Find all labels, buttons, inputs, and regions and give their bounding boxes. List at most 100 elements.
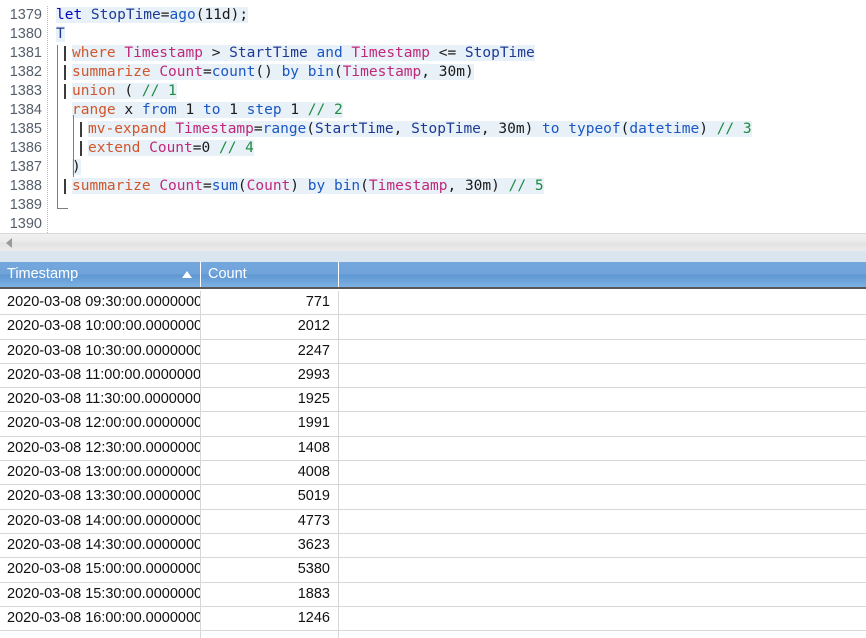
code-lines[interactable]: 1378let StartTime=ago(12d);1379let StopT… [0, 0, 866, 233]
table-row[interactable]: 2020-03-08 09:30:00.0000000 771 [0, 291, 866, 316]
code-token: 1 [229, 102, 247, 118]
cell-count[interactable]: 4773 [201, 509, 339, 533]
cell-timestamp[interactable]: 2020-03-08 13:00:00.0000000 [0, 461, 201, 485]
code-token: StartTime [91, 0, 170, 4]
line-number: 1382 [9, 64, 42, 80]
code-line[interactable]: 1390 [0, 215, 866, 233]
cell-timestamp[interactable]: 2020-03-08 15:00:00.0000000 [0, 558, 201, 582]
cell-filler [339, 607, 866, 630]
code-token: // 5 [508, 178, 544, 194]
code-line[interactable]: 1385 mv-expand Timestamp=range(StartTime,… [0, 120, 866, 139]
cell-filler [339, 534, 866, 557]
line-number: 1388 [9, 178, 42, 194]
cell-count[interactable]: 2993 [201, 363, 339, 388]
code-token: , [421, 64, 439, 80]
column-header-timestamp[interactable]: Timestamp [0, 262, 201, 287]
code-line[interactable]: 1386 extend Count=0 // 4 [0, 139, 866, 158]
code-token: Count [149, 140, 193, 156]
code-line-text: range x from 1 to 1 step 1 // 2 [72, 101, 343, 120]
scroll-left-button[interactable] [0, 234, 17, 251]
code-line[interactable]: 1382 summarize Count=count() by bin(Times… [0, 63, 866, 82]
code-token: ( [124, 83, 142, 99]
code-line[interactable]: 1389 [0, 196, 866, 215]
table-row[interactable]: 2020-03-08 11:00:00.0000000 2993 [0, 363, 866, 389]
code-token: // 2 [307, 102, 343, 118]
cell-count[interactable]: 3623 [201, 533, 339, 558]
cell-timestamp[interactable]: 2020-03-08 13:30:00.0000000 [0, 485, 201, 509]
code-line[interactable]: 1387) [0, 158, 866, 177]
cell-count[interactable]: 771 [201, 291, 339, 315]
cell-count[interactable]: 1408 [201, 436, 339, 461]
cell-timestamp[interactable]: 2020-03-08 12:00:00.0000000 [0, 412, 201, 436]
code-token: to [542, 121, 569, 137]
table-row[interactable]: 2020-03-08 14:00:00.0000000 4773 [0, 509, 866, 534]
cell-timestamp[interactable] [0, 631, 201, 638]
code-line[interactable]: 1384 range x from 1 to 1 step 1 // 2 [0, 101, 866, 120]
cell-timestamp[interactable]: 2020-03-08 16:00:00.0000000 [0, 606, 201, 631]
code-token: range [72, 102, 125, 118]
column-header-count[interactable]: Count [201, 262, 339, 287]
code-line[interactable]: 1381 where Timestamp > StartTime and Time… [0, 44, 866, 63]
table-row[interactable]: 2020-03-08 12:30:00.0000000 1408 [0, 436, 866, 462]
cell-count[interactable]: 5019 [201, 485, 339, 509]
fold-guide-inner [73, 115, 74, 177]
cell-count[interactable]: 2247 [201, 339, 339, 363]
code-line[interactable]: 1380 T [0, 25, 866, 44]
cell-filler [339, 315, 866, 338]
code-token: extend [88, 140, 150, 156]
cell-timestamp[interactable]: 2020-03-08 09:30:00.0000000 [0, 291, 201, 315]
cell-count[interactable]: 1246 [201, 606, 339, 631]
code-editor[interactable]: 1378let StartTime=ago(12d);1379let StopT… [0, 0, 866, 233]
cell-filler [339, 583, 866, 606]
table-row[interactable]: 2020-03-08 13:00:00.0000000 4008 [0, 461, 866, 486]
code-line-text: mv-expand Timestamp=range(StartTime, Sto… [88, 120, 752, 139]
code-line[interactable]: 1383 union ( // 1 [0, 82, 866, 101]
code-line[interactable]: 1379 let StopTime=ago(11d); [0, 6, 866, 25]
cell-count[interactable]: 1883 [201, 582, 339, 606]
line-number: 1380 [9, 26, 42, 42]
cell-count[interactable] [201, 631, 339, 638]
cell-timestamp[interactable]: 2020-03-08 14:00:00.0000000 [0, 509, 201, 533]
table-row[interactable]: 2020-03-08 10:00:00.0000000 2012 [0, 315, 866, 340]
code-token: Count [159, 64, 203, 80]
cell-count[interactable]: 2012 [201, 315, 339, 339]
cell-count[interactable]: 4008 [201, 461, 339, 485]
code-token: 11d [204, 7, 231, 23]
cell-count[interactable]: 1991 [201, 412, 339, 436]
code-tokens: where Timestamp > StartTime and Timestam… [72, 45, 535, 61]
cell-count[interactable]: 5380 [201, 558, 339, 582]
cell-timestamp[interactable]: 2020-03-08 10:30:00.0000000 [0, 339, 201, 363]
table-row[interactable]: 2020-03-08 10:30:00.0000000 2247 [0, 339, 866, 364]
cell-timestamp[interactable]: 2020-03-08 14:30:00.0000000 [0, 533, 201, 558]
table-row[interactable]: 2020-03-08 11:30:00.0000000 1925 [0, 388, 866, 413]
code-token: 0 [201, 140, 219, 156]
code-line-text: summarize Count=count() by bin(Timestamp… [72, 63, 474, 82]
column-header-filler[interactable] [339, 262, 866, 287]
cell-count[interactable]: 1925 [201, 388, 339, 412]
cell-filler [339, 558, 866, 581]
code-token: StartTime [229, 45, 308, 61]
cell-timestamp[interactable]: 2020-03-08 11:00:00.0000000 [0, 363, 201, 388]
code-token: ( [237, 178, 247, 194]
code-token: , [447, 178, 465, 194]
cell-timestamp[interactable]: 2020-03-08 12:30:00.0000000 [0, 436, 201, 461]
line-number: 1384 [9, 102, 42, 118]
table-row[interactable]: 2020-03-08 14:30:00.0000000 3623 [0, 533, 866, 559]
code-line-text: T [56, 25, 65, 44]
code-tokens: summarize Count=count() by bin(Timestamp… [72, 64, 474, 80]
cell-timestamp[interactable]: 2020-03-08 11:30:00.0000000 [0, 388, 201, 412]
cell-timestamp[interactable]: 2020-03-08 15:30:00.0000000 [0, 582, 201, 606]
cell-timestamp[interactable]: 2020-03-08 10:00:00.0000000 [0, 315, 201, 339]
grid-body[interactable]: 2020-03-08 09:30:00.0000000 771 2020-03-08… [0, 291, 866, 638]
table-row[interactable]: 2020-03-08 15:30:00.0000000 1883 [0, 582, 866, 607]
table-row[interactable]: 2020-03-08 12:00:00.0000000 1991 [0, 412, 866, 437]
code-line[interactable]: 1388 summarize Count=sum(Count) by bin(Ti… [0, 177, 866, 196]
table-row[interactable] [0, 631, 866, 638]
triangle-up-icon [182, 271, 192, 278]
table-row[interactable]: 2020-03-08 13:30:00.0000000 5019 [0, 485, 866, 510]
editor-horizontal-scrollbar[interactable] [0, 233, 866, 251]
grid-header-row[interactable]: Timestamp Count [0, 262, 866, 289]
results-grid[interactable]: Timestamp Count 2020-03-08 09:30:00.0000… [0, 251, 866, 638]
table-row[interactable]: 2020-03-08 16:00:00.0000000 1246 [0, 606, 866, 632]
table-row[interactable]: 2020-03-08 15:00:00.0000000 5380 [0, 558, 866, 583]
